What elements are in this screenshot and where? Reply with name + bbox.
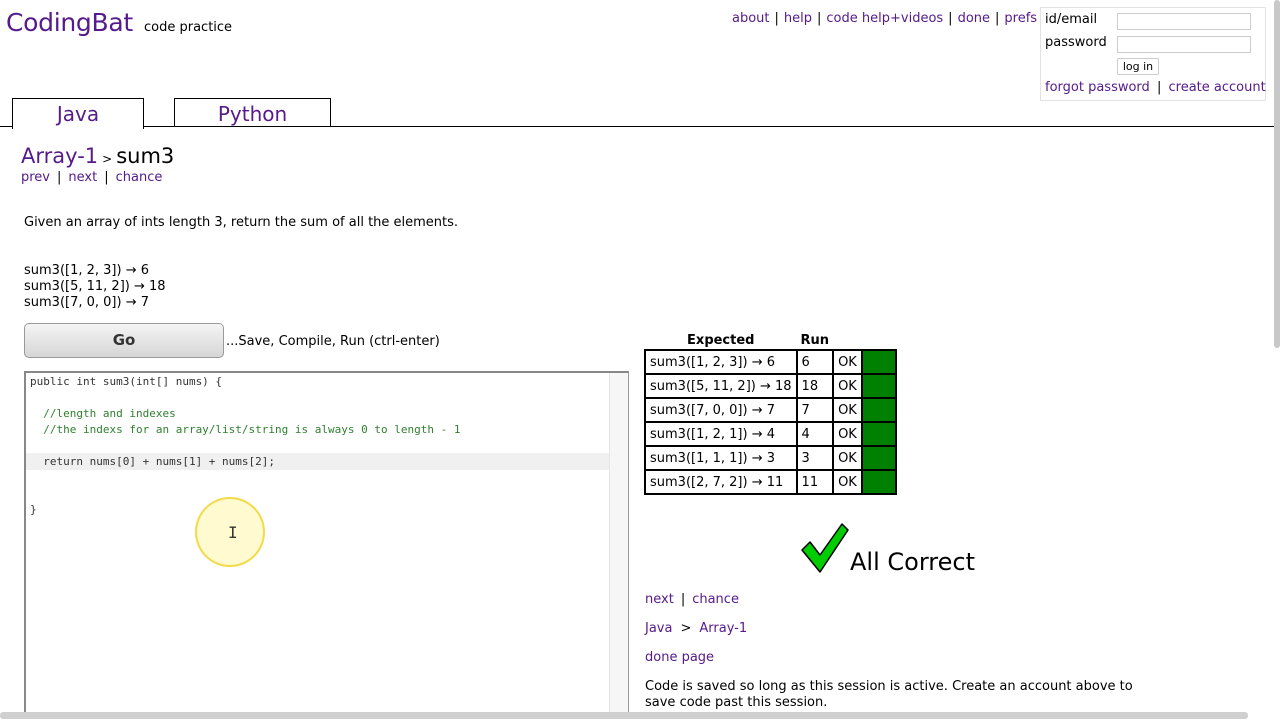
nav-code-help-videos[interactable]: code help+videos xyxy=(826,11,943,26)
page-vertical-scrollbar[interactable] xyxy=(1274,0,1280,348)
breadcrumb-java[interactable]: Java xyxy=(645,621,672,636)
status-cell: OK xyxy=(832,421,863,447)
forgot-password-link[interactable]: forgot password xyxy=(1045,80,1150,95)
code-line: //length and indexes xyxy=(30,407,176,420)
status-cell: OK xyxy=(832,445,863,471)
expected-cell: sum3([7, 0, 0]) → 7 xyxy=(644,397,798,423)
table-row: sum3([7, 0, 0]) → 7 7 OK xyxy=(644,397,897,423)
run-cell: 18 xyxy=(795,373,835,399)
pass-indicator xyxy=(860,469,897,495)
password-input[interactable] xyxy=(1117,36,1251,53)
pass-indicator xyxy=(860,421,897,447)
run-cell: 6 xyxy=(795,349,835,375)
pass-indicator xyxy=(860,445,897,471)
all-correct-text: All Correct xyxy=(850,548,975,576)
prev-link[interactable]: prev xyxy=(21,170,50,185)
run-header: Run xyxy=(800,332,830,348)
expected-cell: sum3([1, 2, 3]) → 6 xyxy=(644,349,798,375)
status-cell: OK xyxy=(832,397,863,423)
nav-help[interactable]: help xyxy=(784,11,812,26)
table-row: sum3([5, 11, 2]) → 18 18 OK xyxy=(644,373,897,399)
results-table: Expected Run sum3([1, 2, 3]) → 6 6 OK su… xyxy=(644,331,897,495)
example-item: sum3([5, 11, 2]) → 18 xyxy=(24,279,166,294)
result-nav: next | chance xyxy=(645,592,739,607)
save-note: Code is saved so long as this session is… xyxy=(645,679,1133,710)
breadcrumb-array-1[interactable]: Array-1 xyxy=(699,621,747,636)
tab-java[interactable]: Java xyxy=(12,98,144,129)
run-cell: 3 xyxy=(795,445,835,471)
bottom-breadcrumb: Java > Array-1 xyxy=(645,621,748,636)
table-row: sum3([2, 7, 2]) → 11 11 OK xyxy=(644,469,897,495)
site-logo[interactable]: CodingBat xyxy=(6,8,133,37)
run-cell: 7 xyxy=(795,397,835,423)
text-cursor-icon: I xyxy=(228,523,238,542)
site-tagline: code practice xyxy=(144,20,233,35)
pass-indicator xyxy=(860,373,897,399)
run-cell: 4 xyxy=(795,421,835,447)
breadcrumb-section[interactable]: Array-1 xyxy=(21,144,98,168)
code-line: return nums[0] + nums[1] + nums[2]; xyxy=(30,455,276,468)
table-row: sum3([1, 2, 1]) → 4 4 OK xyxy=(644,421,897,447)
verdict: All Correct xyxy=(800,522,975,578)
expected-cell: sum3([5, 11, 2]) → 18 xyxy=(644,373,798,399)
example-item: sum3([1, 2, 3]) → 6 xyxy=(24,263,150,278)
id-email-input[interactable] xyxy=(1117,13,1251,30)
expected-cell: sum3([1, 1, 1]) → 3 xyxy=(644,445,798,471)
go-button[interactable]: Go xyxy=(24,323,224,358)
status-cell: OK xyxy=(832,469,863,495)
next-link[interactable]: next xyxy=(68,170,97,185)
login-button[interactable]: log in xyxy=(1117,58,1159,75)
problem-nav: prev | next | chance xyxy=(21,170,163,185)
tab-python[interactable]: Python xyxy=(174,98,331,127)
pass-indicator xyxy=(860,349,897,375)
code-line: //the indexs for an array/list/string is… xyxy=(30,423,461,436)
chance-link[interactable]: chance xyxy=(116,170,163,185)
next-link-bottom[interactable]: next xyxy=(645,592,674,607)
problem-title: sum3 xyxy=(116,144,175,168)
top-nav: about | help | code help+videos | done | prefs xyxy=(732,11,1038,26)
code-line: public int sum3(int[] nums) { xyxy=(30,375,223,388)
expected-cell: sum3([1, 2, 1]) → 4 xyxy=(644,421,798,447)
create-account-link[interactable]: create account xyxy=(1168,80,1265,95)
examples-list: sum3([1, 2, 3]) → 6 sum3([5, 11, 2]) → 1… xyxy=(24,263,166,311)
editor-scrollbar[interactable] xyxy=(609,373,628,718)
code-editor[interactable]: public int sum3(int[] nums) { //length a… xyxy=(24,371,629,719)
run-cell: 11 xyxy=(795,469,835,495)
go-hint: ...Save, Compile, Run (ctrl-enter) xyxy=(226,334,440,349)
breadcrumb: Array-1 > sum3 xyxy=(21,144,175,168)
password-label: password xyxy=(1045,35,1107,50)
nav-about[interactable]: about xyxy=(732,11,770,26)
example-item: sum3([7, 0, 0]) → 7 xyxy=(24,295,150,310)
chance-link-bottom[interactable]: chance xyxy=(692,592,739,607)
page-horizontal-scrollbar[interactable] xyxy=(0,712,1248,719)
check-icon xyxy=(801,523,849,573)
id-email-label: id/email xyxy=(1045,12,1098,27)
problem-description: Given an array of ints length 3, return … xyxy=(24,215,459,230)
status-cell: OK xyxy=(832,373,863,399)
expected-cell: sum3([2, 7, 2]) → 11 xyxy=(644,469,798,495)
nav-prefs[interactable]: prefs xyxy=(1004,11,1037,26)
tab-divider xyxy=(0,126,1280,127)
table-row: sum3([1, 2, 3]) → 6 6 OK xyxy=(644,349,897,375)
pass-indicator xyxy=(860,397,897,423)
nav-done[interactable]: done xyxy=(958,11,990,26)
login-box: id/email password log in forgot password… xyxy=(1040,7,1266,101)
done-page-link[interactable]: done page xyxy=(645,650,714,665)
status-cell: OK xyxy=(832,349,863,375)
table-row: sum3([1, 1, 1]) → 3 3 OK xyxy=(644,445,897,471)
code-line: } xyxy=(30,503,37,516)
expected-header: Expected xyxy=(687,332,755,348)
